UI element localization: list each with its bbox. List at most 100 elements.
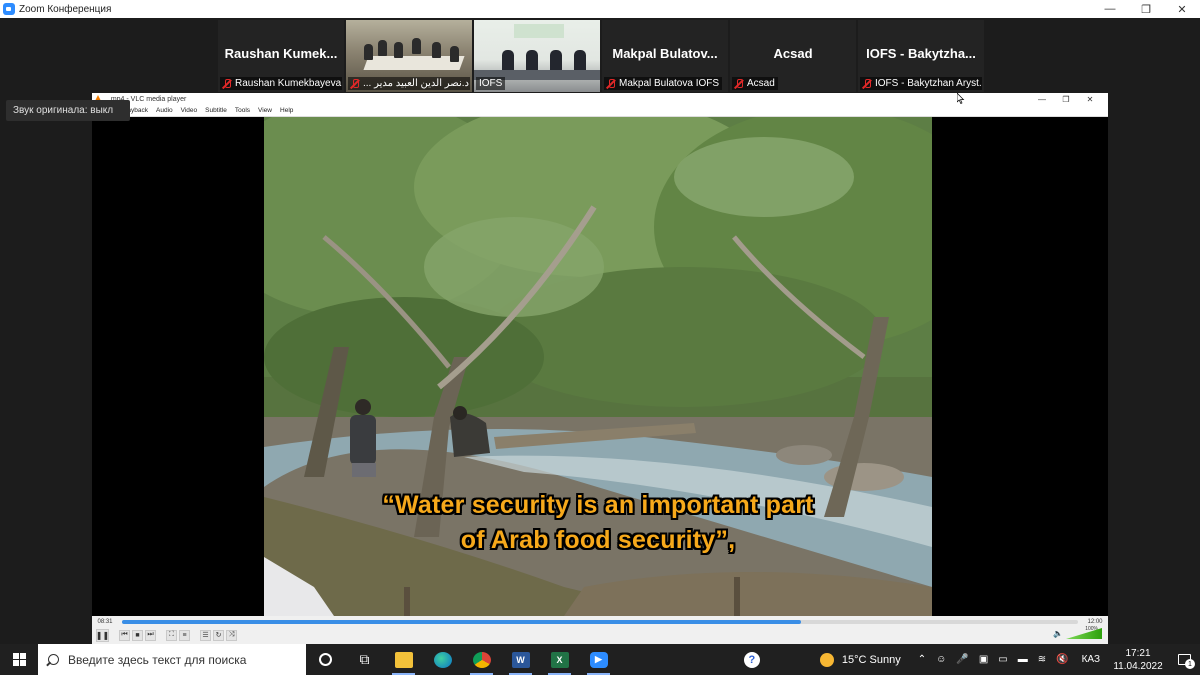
clock[interactable]: 17:21 11.04.2022 xyxy=(1108,647,1168,673)
participant-display-name: Makpal Bulatov... xyxy=(612,46,718,61)
pause-button[interactable]: ❚❚ xyxy=(96,628,109,642)
sun-icon[interactable] xyxy=(819,652,834,667)
menu-help[interactable]: Help xyxy=(280,107,293,114)
wifi-icon[interactable]: ≋ xyxy=(1038,654,1046,665)
microphone-icon[interactable]: 🎤 xyxy=(956,654,968,665)
loop-button[interactable]: ↻ xyxy=(213,629,224,641)
taskbar: Введите здесь текст для поиска ⧉ W X ▶ ?… xyxy=(0,644,1200,675)
monitor-icon[interactable]: ▭ xyxy=(998,654,1007,665)
time-elapsed: 08:31 xyxy=(97,619,113,625)
window-title: Zoom Конференция xyxy=(19,3,112,15)
vlc-minimize-button[interactable]: — xyxy=(1030,93,1054,105)
zoom-title-bar: Zoom Конференция — ❐ ✕ xyxy=(0,0,1200,18)
next-button[interactable]: ⏭ xyxy=(145,629,156,641)
subtitle-line-2: of Arab food security”, xyxy=(460,526,736,554)
playlist-button[interactable]: ☰ xyxy=(200,629,211,641)
participant-name: Acsad xyxy=(747,78,775,89)
minimize-button[interactable]: — xyxy=(1092,0,1128,18)
speaker-icon[interactable]: 🔈 xyxy=(1053,629,1063,638)
system-tray: ? 15°C Sunny ⌃ ☺ 🎤 ▣ ▭ ▬ ≋ 🔇 КАЗ 17:21 1… xyxy=(743,644,1200,675)
participant-gallery: Raushan Kumek... Raushan Kumekbayeva ...… xyxy=(218,20,984,92)
menu-view[interactable]: View xyxy=(258,107,272,114)
notification-center-button[interactable]: 1 xyxy=(1168,644,1200,675)
vlc-controls: 08:31 12:00 ❚❚ ⏮ ■ ⏭ ⛶ ≡ ☰ ↻ ⤨ 100% 🔈 xyxy=(92,616,1108,644)
chrome-icon xyxy=(472,651,491,668)
stop-button[interactable]: ■ xyxy=(132,629,143,641)
start-button[interactable] xyxy=(0,644,38,675)
camera-icon[interactable]: ▣ xyxy=(979,654,988,665)
windows-logo-icon xyxy=(12,653,26,666)
weather-status[interactable]: 15°C Sunny xyxy=(842,654,901,666)
participant-name: Makpal Bulatova IOFS xyxy=(619,78,720,89)
task-view-icon: ⧉ xyxy=(359,651,370,667)
excel-button[interactable]: X xyxy=(540,644,579,675)
zoom-taskbar-button[interactable]: ▶ xyxy=(579,644,618,675)
participant-label: ... د.نصر الدين العبيد مدير xyxy=(348,77,470,90)
time-total: 12:00 xyxy=(1087,619,1103,625)
participant-tile[interactable]: IOFS - Bakytzha... IOFS - Bakytzhan Arys… xyxy=(858,20,984,92)
extended-settings-button[interactable]: ≡ xyxy=(179,629,190,641)
mic-muted-icon xyxy=(223,78,231,89)
subtitle-line-1: “Water security is an important part xyxy=(382,491,814,519)
mic-muted-icon xyxy=(735,78,743,89)
participant-tile-active-speaker[interactable]: ... د.نصر الدين العبيد مدير xyxy=(346,20,472,92)
seek-bar-progress xyxy=(122,620,801,624)
participant-name: IOFS - Bakytzhan Aryst... xyxy=(875,78,982,89)
previous-button[interactable]: ⏮ xyxy=(119,629,130,641)
battery-icon[interactable]: ▬ xyxy=(1018,654,1028,665)
maximize-button[interactable]: ❐ xyxy=(1128,0,1164,18)
fullscreen-button[interactable]: ⛶ xyxy=(166,629,177,641)
participant-label: IOFS - Bakytzhan Aryst... xyxy=(860,77,982,90)
video-area[interactable]: “Water security is an important part of … xyxy=(92,117,1108,616)
original-audio-toggle[interactable]: Звук оригинала: выкл xyxy=(6,100,130,121)
vlc-maximize-button[interactable]: ❐ xyxy=(1054,93,1078,105)
excel-icon: X xyxy=(550,651,569,668)
seek-bar[interactable] xyxy=(122,620,1078,624)
clock-time: 17:21 xyxy=(1125,647,1151,659)
participant-name: Raushan Kumekbayeva xyxy=(235,78,342,89)
close-button[interactable]: ✕ xyxy=(1164,0,1200,18)
search-placeholder: Введите здесь текст для поиска xyxy=(68,652,247,667)
clock-date: 11.04.2022 xyxy=(1113,660,1163,672)
menu-tools[interactable]: Tools xyxy=(235,107,250,114)
menu-subtitle[interactable]: Subtitle xyxy=(205,107,227,114)
playback-buttons: ❚❚ ⏮ ■ ⏭ ⛶ ≡ ☰ ↻ ⤨ xyxy=(96,628,237,642)
word-icon: W xyxy=(511,651,530,668)
volume-control[interactable]: 🔈 xyxy=(1053,628,1102,639)
mic-muted-icon xyxy=(607,78,615,89)
participant-display-name: Raushan Kumek... xyxy=(224,46,338,61)
participant-label: Raushan Kumekbayeva xyxy=(220,77,342,90)
vlc-title-bar: ...mp4 - VLC media player — ❐ ✕ xyxy=(92,93,1108,105)
participant-tile[interactable]: Raushan Kumek... Raushan Kumekbayeva xyxy=(218,20,344,92)
zoom-icon: ▶ xyxy=(589,651,608,668)
cortana-button[interactable] xyxy=(306,644,345,675)
volume-muted-icon[interactable]: 🔇 xyxy=(1056,654,1068,665)
participant-label: Acsad xyxy=(732,77,778,90)
participant-tile[interactable]: Acsad Acsad xyxy=(730,20,856,92)
input-language[interactable]: КАЗ xyxy=(1082,654,1100,665)
volume-slider[interactable] xyxy=(1066,628,1102,639)
taskbar-search[interactable]: Введите здесь текст для поиска xyxy=(38,644,306,675)
search-icon xyxy=(48,654,59,665)
chrome-button[interactable] xyxy=(462,644,501,675)
shuffle-button[interactable]: ⤨ xyxy=(226,629,237,641)
menu-audio[interactable]: Audio xyxy=(156,107,173,114)
vlc-close-button[interactable]: ✕ xyxy=(1078,93,1102,105)
zoom-app-icon xyxy=(3,3,15,15)
menu-video[interactable]: Video xyxy=(181,107,198,114)
notification-count: 1 xyxy=(1185,659,1195,669)
word-button[interactable]: W xyxy=(501,644,540,675)
help-icon[interactable]: ? xyxy=(743,651,760,668)
edge-icon xyxy=(433,651,452,668)
window-controls: — ❐ ✕ xyxy=(1092,0,1200,18)
file-explorer-button[interactable] xyxy=(384,644,423,675)
participant-tile[interactable]: Makpal Bulatov... Makpal Bulatova IOFS xyxy=(602,20,728,92)
mouse-cursor-icon xyxy=(957,93,965,104)
chevron-up-icon[interactable]: ⌃ xyxy=(918,654,926,665)
vlc-window-controls: — ❐ ✕ xyxy=(1030,93,1102,105)
participant-tile[interactable]: IOFS xyxy=(474,20,600,92)
edge-button[interactable] xyxy=(423,644,462,675)
participant-name: IOFS xyxy=(479,78,503,89)
task-view-button[interactable]: ⧉ xyxy=(345,644,384,675)
person-icon[interactable]: ☺ xyxy=(936,654,946,665)
